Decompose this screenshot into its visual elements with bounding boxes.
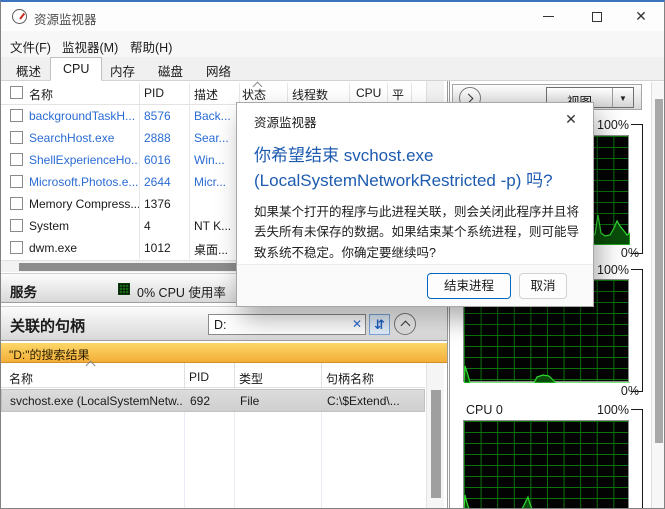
- tab-memory[interactable]: 内存: [97, 59, 148, 81]
- graph3-bracket: [631, 409, 643, 509]
- process-desc: Win...: [194, 153, 238, 167]
- process-pid: 2644: [144, 175, 188, 189]
- process-pid: 2888: [144, 131, 188, 145]
- handles-scrollbar[interactable]: [426, 363, 444, 509]
- close-icon: ✕: [635, 8, 647, 25]
- menu-help[interactable]: 帮助(H): [130, 37, 172, 56]
- cancel-button[interactable]: 取消: [519, 273, 567, 299]
- scrollbar-thumb[interactable]: [431, 390, 441, 498]
- hcol-pid[interactable]: PID: [189, 370, 209, 384]
- cpu0-trace: [464, 421, 630, 509]
- checkbox[interactable]: [10, 131, 23, 144]
- title-bar: 资源监视器 ✕: [1, 2, 664, 31]
- process-name: ShellExperienceHo...: [29, 153, 139, 167]
- process-desc: Sear...: [194, 131, 238, 145]
- scrollbar-thumb[interactable]: [655, 99, 663, 443]
- process-name: System: [29, 219, 139, 233]
- menu-bar: 文件(F) 监视器(M) 帮助(H): [1, 31, 664, 57]
- hcol-type[interactable]: 类型: [239, 370, 263, 387]
- process-pid: 6016: [144, 153, 188, 167]
- checkbox[interactable]: [10, 109, 23, 122]
- clear-search-icon[interactable]: ✕: [352, 317, 362, 331]
- select-all-checkbox[interactable]: [10, 86, 23, 99]
- gauge-icon: [12, 9, 27, 24]
- close-icon: ✕: [565, 111, 577, 128]
- col-cpu[interactable]: CPU: [356, 86, 381, 100]
- col-name[interactable]: 名称: [29, 86, 53, 103]
- hcol-handle[interactable]: 句柄名称: [326, 370, 374, 387]
- dialog-close-button[interactable]: ✕: [560, 108, 582, 130]
- resource-monitor-window: 资源监视器 ✕ 文件(F) 监视器(M) 帮助(H) 概述 CPU 内存 磁盘 …: [0, 0, 665, 509]
- dialog-title: 资源监视器: [254, 112, 317, 131]
- checkbox[interactable]: [10, 175, 23, 188]
- menu-file[interactable]: 文件(F): [10, 37, 51, 56]
- process-name: Memory Compress...: [29, 197, 139, 211]
- window-title: 资源监视器: [34, 9, 97, 28]
- close-button[interactable]: ✕: [625, 2, 657, 31]
- checkbox[interactable]: [10, 219, 23, 232]
- search-value: D:: [214, 318, 227, 332]
- graph2-bracket: [631, 269, 643, 392]
- handle-path: C:\$Extend\...: [327, 394, 423, 408]
- col-desc[interactable]: 描述: [194, 86, 218, 103]
- tab-strip: 概述 CPU 内存 磁盘 网络: [1, 57, 664, 81]
- graph3-max-label: 100%: [559, 403, 629, 417]
- refresh-icon: ⇵: [374, 317, 385, 333]
- maximize-icon: [592, 12, 602, 22]
- col-avg[interactable]: 平: [392, 86, 404, 103]
- process-desc: Back...: [194, 109, 238, 123]
- menu-monitor[interactable]: 监视器(M): [62, 37, 118, 56]
- handle-row-selected[interactable]: svchost.exe (LocalSystemNetw... 692 File…: [1, 389, 425, 412]
- graph1-bracket: [631, 124, 643, 254]
- handles-title: 关联的句柄: [10, 315, 85, 336]
- end-process-dialog: 资源监视器 ✕ 你希望结束 svchost.exe (LocalSystemNe…: [236, 102, 594, 307]
- services-cpu-status: 0% CPU 使用率: [137, 282, 226, 301]
- tab-network[interactable]: 网络: [193, 59, 244, 81]
- dialog-footer: 结束进程 取消: [237, 264, 593, 306]
- handle-pid: 692: [190, 394, 210, 408]
- process-desc: 桌面...: [194, 241, 238, 258]
- minimize-button[interactable]: [532, 2, 564, 31]
- tab-cpu[interactable]: CPU: [50, 57, 102, 81]
- process-desc: NT K...: [194, 219, 238, 233]
- search-refresh-button[interactable]: ⇵: [369, 314, 390, 335]
- banner-text: "D:"的搜索结果: [9, 346, 90, 363]
- col-threads[interactable]: 线程数: [292, 86, 328, 103]
- process-name: dwm.exe: [29, 241, 139, 255]
- cpu-usage-legend-icon: [118, 283, 130, 295]
- collapse-section-button[interactable]: [394, 313, 416, 335]
- col-pid[interactable]: PID: [144, 86, 164, 100]
- graph3-title: CPU 0: [466, 403, 503, 417]
- dropdown-icon[interactable]: ▼: [613, 88, 633, 107]
- checkbox[interactable]: [10, 241, 23, 254]
- dialog-heading: 你希望结束 svchost.exe (LocalSystemNetworkRes…: [254, 144, 584, 193]
- process-desc: Micr...: [194, 175, 238, 189]
- chevron-up-icon: [400, 321, 410, 331]
- process-pid: 8576: [144, 109, 188, 123]
- graphs-scrollbar[interactable]: [651, 82, 665, 509]
- tab-disk[interactable]: 磁盘: [145, 59, 196, 81]
- dialog-body-text: 如果某个打开的程序与此进程关联，则会关闭此程序并且将丢失所有未保存的数据。如果结…: [254, 202, 582, 263]
- cpu0-graph: [463, 420, 629, 509]
- process-name: SearchHost.exe: [29, 131, 139, 145]
- handle-search-input[interactable]: D: ✕: [208, 314, 366, 335]
- end-process-button[interactable]: 结束进程: [427, 273, 511, 299]
- process-name: Microsoft.Photos.e...: [29, 175, 139, 189]
- checkbox[interactable]: [10, 153, 23, 166]
- process-pid: 1012: [144, 241, 188, 255]
- process-pid: 4: [144, 219, 188, 233]
- search-result-banner: "D:"的搜索结果: [1, 343, 449, 363]
- maximize-button[interactable]: [581, 2, 613, 31]
- services-title: 服务: [10, 281, 37, 301]
- minimize-icon: [543, 16, 554, 17]
- handle-name: svchost.exe (LocalSystemNetw...: [10, 394, 182, 408]
- process-pid: 1376: [144, 197, 188, 211]
- handles-section-bar: 关联的句柄 D: ✕ ⇵: [1, 306, 449, 341]
- checkbox[interactable]: [10, 197, 23, 210]
- graph2-min-label: 0%: [569, 384, 639, 398]
- process-name: backgroundTaskH...: [29, 109, 139, 123]
- handle-type: File: [240, 394, 259, 408]
- hcol-name[interactable]: 名称: [9, 370, 33, 387]
- tab-overview[interactable]: 概述: [3, 59, 54, 81]
